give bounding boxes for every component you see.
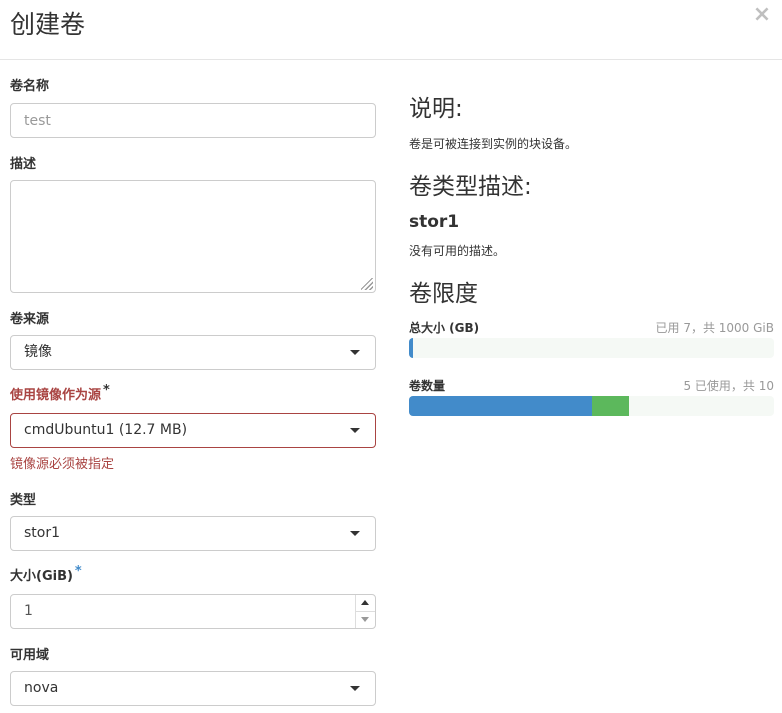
type-heading: 卷类型描述: bbox=[409, 174, 532, 200]
volume-source-label: 卷来源 bbox=[10, 312, 50, 327]
required-mark: * bbox=[74, 564, 82, 579]
image-source-error: 镜像源必须被指定 bbox=[10, 457, 115, 472]
image-source-value: cmdUbuntu1 (12.7 MB) bbox=[24, 422, 188, 438]
limits-heading: 卷限度 bbox=[409, 281, 478, 307]
caret-down-icon bbox=[350, 428, 360, 433]
resize-handle-icon[interactable] bbox=[361, 278, 373, 290]
size-label-text: 大小(GiB) bbox=[10, 569, 73, 584]
modal-header: 创建卷 × bbox=[0, 0, 782, 60]
image-source-label: 使用镜像作为源 * bbox=[10, 383, 110, 405]
volume-count-label: 卷数量 bbox=[409, 379, 446, 393]
spin-up-icon[interactable] bbox=[356, 595, 375, 612]
volume-count-usage: 5 已使用，共 10 bbox=[683, 379, 774, 393]
volume-count-progress bbox=[409, 396, 774, 416]
required-mark: * bbox=[103, 383, 110, 398]
volume-source-value: 镜像 bbox=[24, 344, 52, 360]
availability-zone-value: nova bbox=[24, 680, 59, 696]
total-size-label: 总大小 (GB) bbox=[409, 321, 480, 335]
type-name: stor1 bbox=[409, 212, 460, 232]
close-icon[interactable]: × bbox=[752, 4, 772, 26]
caret-down-icon bbox=[350, 686, 360, 691]
caret-down-icon bbox=[350, 350, 360, 355]
total-size-progress bbox=[409, 338, 774, 358]
type-select[interactable]: stor1 bbox=[10, 516, 376, 551]
spin-down-icon[interactable] bbox=[356, 612, 375, 628]
description-text: 卷是可被连接到实例的块设备。 bbox=[409, 137, 578, 151]
volume-source-select[interactable]: 镜像 bbox=[10, 335, 376, 370]
size-value: 1 bbox=[24, 603, 33, 619]
description-heading: 说明: bbox=[409, 96, 463, 122]
volume-count-adding-bar bbox=[592, 396, 629, 416]
modal-title: 创建卷 bbox=[10, 10, 86, 39]
size-spinner bbox=[355, 595, 375, 628]
image-source-select[interactable]: cmdUbuntu1 (12.7 MB) bbox=[10, 413, 376, 448]
caret-down-icon bbox=[350, 531, 360, 536]
total-size-usage: 已用 7，共 1000 GiB bbox=[655, 321, 774, 335]
type-description: 没有可用的描述。 bbox=[409, 244, 506, 258]
type-label: 类型 bbox=[10, 493, 37, 508]
size-label: 大小(GiB) * bbox=[10, 564, 82, 586]
total-size-used-bar bbox=[409, 338, 413, 358]
size-input[interactable]: 1 bbox=[10, 594, 376, 629]
description-label: 描述 bbox=[10, 157, 37, 172]
description-textarea[interactable] bbox=[10, 180, 376, 293]
image-source-label-text: 使用镜像作为源 bbox=[10, 388, 102, 403]
volume-name-label: 卷名称 bbox=[10, 79, 50, 94]
volume-name-input[interactable] bbox=[10, 103, 376, 138]
volume-count-used-bar bbox=[409, 396, 592, 416]
availability-zone-label: 可用域 bbox=[10, 648, 50, 663]
type-value: stor1 bbox=[24, 525, 61, 541]
availability-zone-select[interactable]: nova bbox=[10, 671, 376, 706]
